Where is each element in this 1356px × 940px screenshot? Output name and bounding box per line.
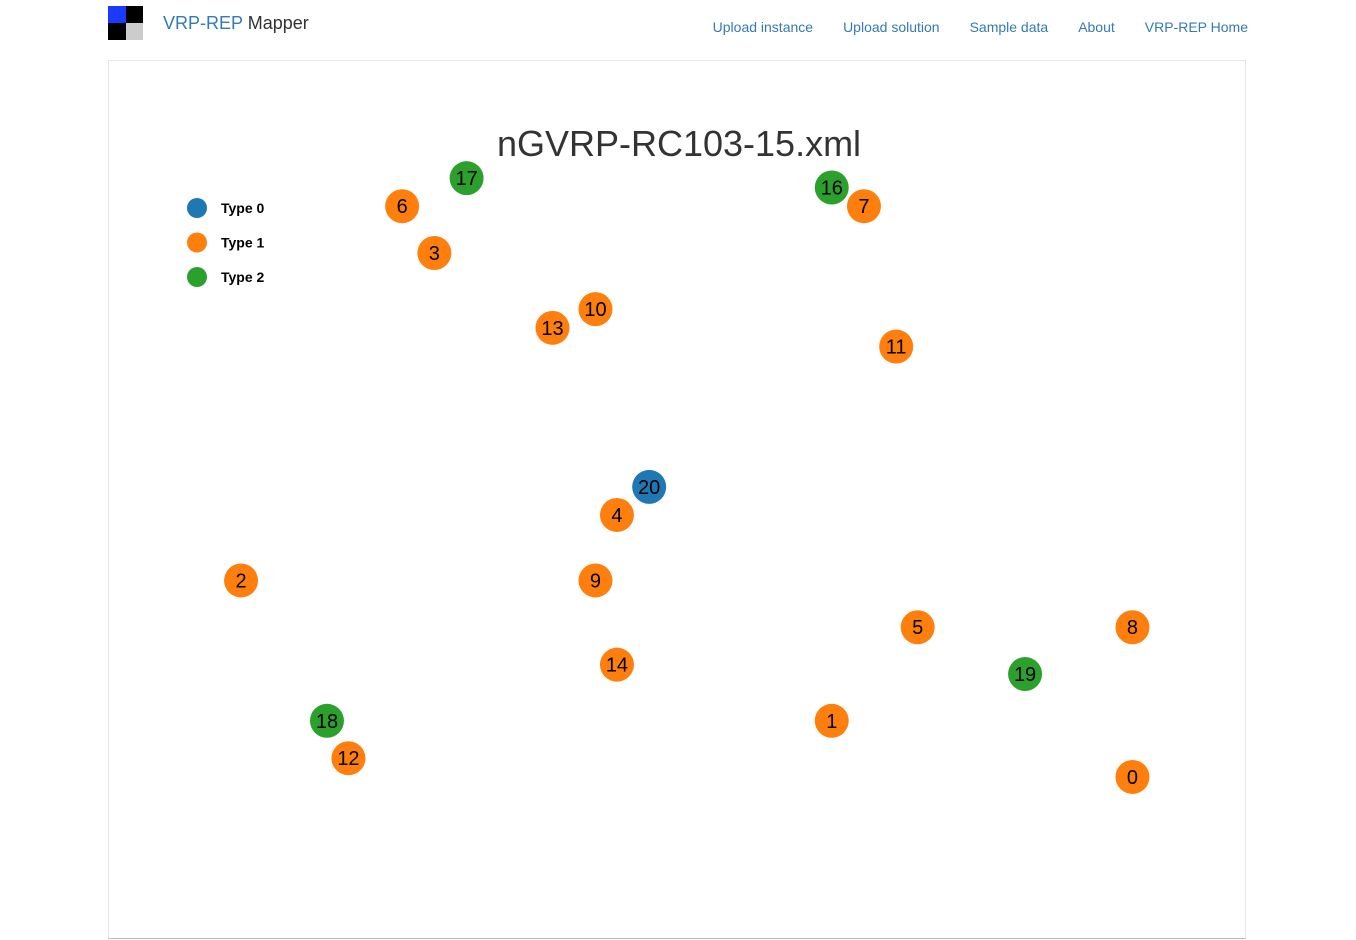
legend-label: Type 1 <box>221 235 265 251</box>
logo-quadrant <box>108 23 126 40</box>
brand-title: VRP-REP Mapper <box>163 6 309 40</box>
node-label: 8 <box>1127 617 1138 639</box>
legend-swatch <box>187 232 207 253</box>
node-label: 19 <box>1014 664 1036 686</box>
logo-quadrant <box>125 6 143 23</box>
node-label: 1 <box>826 711 837 733</box>
brand-title-part1: VRP-REP <box>163 13 243 33</box>
legend-label: Type 0 <box>221 200 265 216</box>
node-label: 6 <box>397 196 408 218</box>
node-label: 11 <box>886 337 907 359</box>
logo-quadrant <box>125 23 143 40</box>
map-panel: nGVRP-RC103-15.xml Type 0 Type 1 Type 20123… <box>108 60 1246 939</box>
legend-swatch <box>187 267 207 287</box>
node-label: 14 <box>606 655 628 677</box>
node-label: 5 <box>912 617 923 639</box>
node-label: 13 <box>541 318 563 340</box>
node-label: 2 <box>235 570 246 592</box>
brand-title-part2: Mapper <box>247 13 309 33</box>
map-title: nGVRP-RC103-15.xml <box>497 123 861 164</box>
node-label: 10 <box>584 299 606 321</box>
node-label: 7 <box>858 196 869 218</box>
nav-about[interactable]: About <box>1078 19 1115 35</box>
node-label: 16 <box>821 178 843 200</box>
nav-sample-data[interactable]: Sample data <box>970 19 1049 35</box>
node-label: 20 <box>638 477 660 499</box>
node-label: 9 <box>590 570 601 592</box>
nav-vrp-rep-home[interactable]: VRP-REP Home <box>1145 19 1248 35</box>
nav-upload-instance[interactable]: Upload instance <box>713 19 813 35</box>
node-label: 17 <box>455 168 477 190</box>
node-label: 3 <box>429 243 440 265</box>
logo-quadrant <box>108 6 126 23</box>
node-label: 18 <box>316 711 338 733</box>
nav-upload-solution[interactable]: Upload solution <box>843 19 940 35</box>
legend-label: Type 2 <box>221 269 265 285</box>
instance-map[interactable]: nGVRP-RC103-15.xmlType 0Type 1Type 20123… <box>109 61 1245 938</box>
node-label: 0 <box>1127 767 1138 789</box>
node-label: 12 <box>337 748 359 770</box>
navbar: VRP-REP Mapper Upload instance Upload so… <box>0 0 1356 56</box>
vrp-rep-logo <box>108 6 143 40</box>
legend-swatch <box>187 198 207 218</box>
brand-link[interactable]: VRP-REP Mapper <box>108 6 309 40</box>
nav-links: Upload instance Upload solution Sample d… <box>683 0 1248 54</box>
node-label: 4 <box>611 505 622 527</box>
